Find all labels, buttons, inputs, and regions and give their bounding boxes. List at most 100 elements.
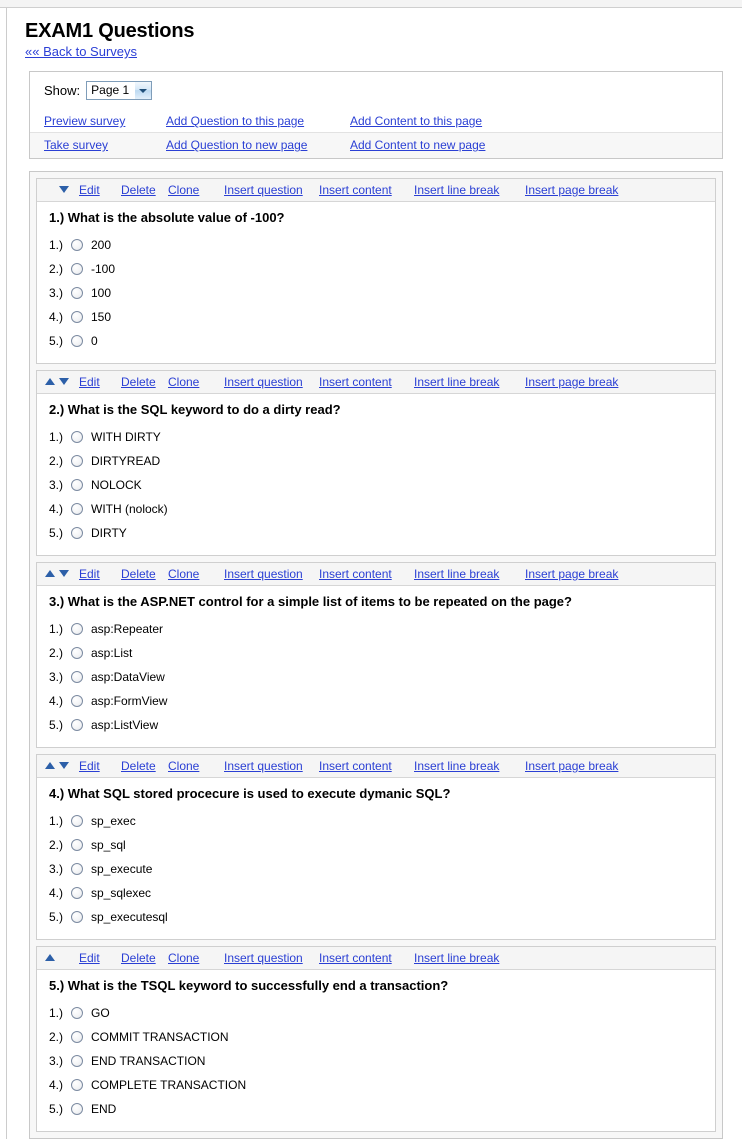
answer-radio-button[interactable] xyxy=(71,911,83,923)
insert-question-link[interactable]: Insert question xyxy=(224,951,303,965)
clone-link[interactable]: Clone xyxy=(168,759,199,773)
edit-link-cell: Edit xyxy=(79,759,121,773)
answer-radio-button[interactable] xyxy=(71,1055,83,1067)
insert-line-break-link-cell: Insert line break xyxy=(414,951,525,965)
move-up-icon[interactable] xyxy=(45,762,55,769)
page-select[interactable]: Page 1 xyxy=(86,81,153,100)
answer-radio-button[interactable] xyxy=(71,1079,83,1091)
add-question-this-page-link[interactable]: Add Question to this page xyxy=(166,114,304,128)
take-survey-link[interactable]: Take survey xyxy=(44,138,108,152)
insert-page-break-link[interactable]: Insert page break xyxy=(525,183,618,197)
delete-link[interactable]: Delete xyxy=(121,567,156,581)
add-content-this-page-link[interactable]: Add Content to this page xyxy=(350,114,482,128)
edit-link[interactable]: Edit xyxy=(79,567,100,581)
insert-line-break-link[interactable]: Insert line break xyxy=(414,375,499,389)
answer-row: 2.) DIRTYREAD xyxy=(49,449,715,473)
answer-radio-button[interactable] xyxy=(71,863,83,875)
answer-radio-button[interactable] xyxy=(71,431,83,443)
answer-radio-button[interactable] xyxy=(71,263,83,275)
edit-link-cell: Edit xyxy=(79,567,121,581)
edit-link-cell: Edit xyxy=(79,183,121,197)
insert-content-link[interactable]: Insert content xyxy=(319,183,392,197)
move-down-icon[interactable] xyxy=(59,186,69,193)
answer-row: 4.) asp:FormView xyxy=(49,689,715,713)
insert-content-link[interactable]: Insert content xyxy=(319,375,392,389)
answer-radio-button[interactable] xyxy=(71,887,83,899)
answer-radio-button[interactable] xyxy=(71,527,83,539)
delete-link[interactable]: Delete xyxy=(121,183,156,197)
question-block: Edit Delete Clone Insert question Insert con… xyxy=(36,370,716,556)
move-up-icon[interactable] xyxy=(45,954,55,961)
answer-number: 3.) xyxy=(49,1054,64,1068)
insert-page-break-link[interactable]: Insert page break xyxy=(525,567,618,581)
answer-text: DIRTYREAD xyxy=(91,454,161,468)
answer-radio-button[interactable] xyxy=(71,311,83,323)
move-up-icon[interactable] xyxy=(45,378,55,385)
answer-radio-button[interactable] xyxy=(71,839,83,851)
preview-survey-link[interactable]: Preview survey xyxy=(44,114,125,128)
answer-radio-button[interactable] xyxy=(71,695,83,707)
add-question-new-page-link[interactable]: Add Question to new page xyxy=(166,138,307,152)
answer-radio-button[interactable] xyxy=(71,647,83,659)
clone-link[interactable]: Clone xyxy=(168,567,199,581)
clone-link[interactable]: Clone xyxy=(168,183,199,197)
clone-link[interactable]: Clone xyxy=(168,375,199,389)
answer-radio-button[interactable] xyxy=(71,1007,83,1019)
insert-content-link-cell: Insert content xyxy=(319,951,414,965)
answer-radio-button[interactable] xyxy=(71,503,83,515)
clone-link[interactable]: Clone xyxy=(168,951,199,965)
answer-row: 2.) -100 xyxy=(49,257,715,281)
clone-link-cell: Clone xyxy=(168,375,224,389)
delete-link[interactable]: Delete xyxy=(121,375,156,389)
answer-number: 3.) xyxy=(49,286,64,300)
answer-radio-button[interactable] xyxy=(71,815,83,827)
chevron-down-icon[interactable] xyxy=(134,82,152,99)
insert-content-link[interactable]: Insert content xyxy=(319,567,392,581)
delete-link[interactable]: Delete xyxy=(121,951,156,965)
answer-radio-button[interactable] xyxy=(71,719,83,731)
insert-question-link-cell: Insert question xyxy=(224,759,319,773)
insert-content-link[interactable]: Insert content xyxy=(319,759,392,773)
insert-content-link[interactable]: Insert content xyxy=(319,951,392,965)
answer-radio-button[interactable] xyxy=(71,671,83,683)
move-down-icon[interactable] xyxy=(59,570,69,577)
answer-radio-button[interactable] xyxy=(71,1031,83,1043)
insert-line-break-link[interactable]: Insert line break xyxy=(414,951,499,965)
answer-row: 2.) asp:List xyxy=(49,641,715,665)
insert-line-break-link[interactable]: Insert line break xyxy=(414,183,499,197)
question-toolbar: Edit Delete Clone Insert question Insert con… xyxy=(37,563,715,586)
insert-line-break-link[interactable]: Insert line break xyxy=(414,567,499,581)
edit-link[interactable]: Edit xyxy=(79,183,100,197)
insert-question-link[interactable]: Insert question xyxy=(224,183,303,197)
back-to-surveys-link[interactable]: «« Back to Surveys xyxy=(25,44,137,59)
answer-radio-button[interactable] xyxy=(71,239,83,251)
answer-radio-button[interactable] xyxy=(71,455,83,467)
insert-question-link[interactable]: Insert question xyxy=(224,759,303,773)
move-down-icon[interactable] xyxy=(59,762,69,769)
answer-text: WITH DIRTY xyxy=(91,430,161,444)
insert-question-link[interactable]: Insert question xyxy=(224,375,303,389)
answer-number: 2.) xyxy=(49,454,64,468)
delete-link[interactable]: Delete xyxy=(121,759,156,773)
answer-radio-button[interactable] xyxy=(71,287,83,299)
insert-page-break-link[interactable]: Insert page break xyxy=(525,375,618,389)
insert-question-link[interactable]: Insert question xyxy=(224,567,303,581)
edit-link[interactable]: Edit xyxy=(79,375,100,389)
add-content-new-page-link[interactable]: Add Content to new page xyxy=(350,138,485,152)
answer-row: 3.) END TRANSACTION xyxy=(49,1049,715,1073)
question-toolbar: Edit Delete Clone Insert question Insert con… xyxy=(37,179,715,202)
question-toolbar: Edit Delete Clone Insert question Insert con… xyxy=(37,947,715,970)
move-down-icon[interactable] xyxy=(59,378,69,385)
edit-link[interactable]: Edit xyxy=(79,759,100,773)
move-up-icon[interactable] xyxy=(45,570,55,577)
answer-radio-button[interactable] xyxy=(71,623,83,635)
answer-text: asp:DataView xyxy=(91,670,165,684)
insert-page-break-link[interactable]: Insert page break xyxy=(525,759,618,773)
answer-radio-button[interactable] xyxy=(71,335,83,347)
answer-radio-button[interactable] xyxy=(71,479,83,491)
answer-radio-button[interactable] xyxy=(71,1103,83,1115)
insert-line-break-link[interactable]: Insert line break xyxy=(414,759,499,773)
answer-row: 5.) DIRTY xyxy=(49,521,715,545)
edit-link[interactable]: Edit xyxy=(79,951,100,965)
clone-link-cell: Clone xyxy=(168,951,224,965)
